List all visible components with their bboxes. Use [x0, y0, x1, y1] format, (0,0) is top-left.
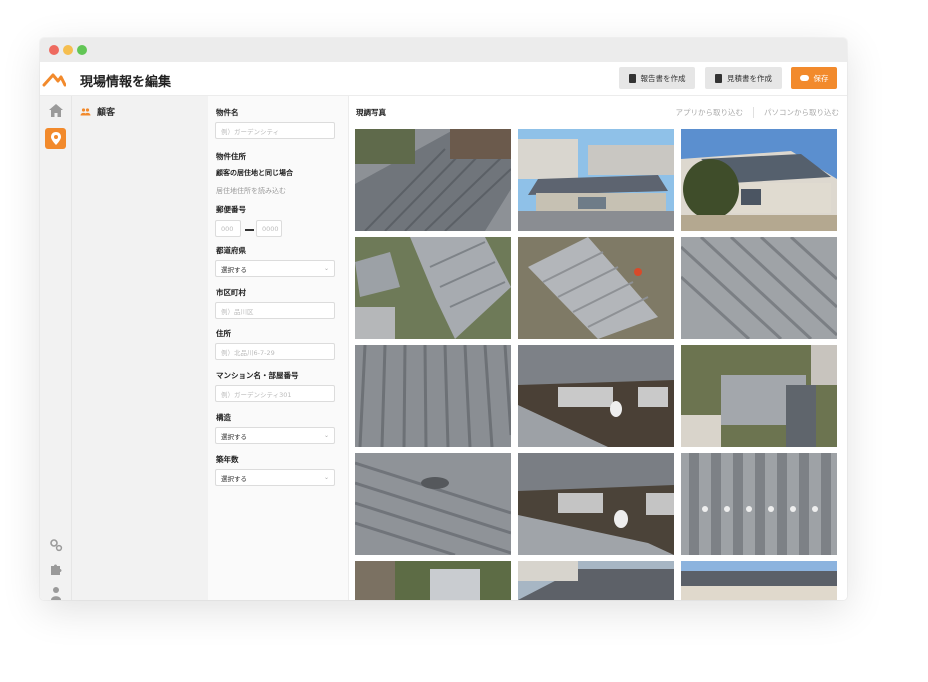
site-photo[interactable] — [518, 561, 674, 600]
chevron-down-icon: ⌄ — [323, 474, 329, 481]
app-window: 現場情報を編集 報告書を作成 見積書を作成 保存 顧客 物件名 例）ガーデンシテ… — [40, 38, 847, 600]
app-logo[interactable] — [42, 68, 66, 90]
property-name-label: 物件名 — [216, 108, 239, 117]
building-label: マンション名・部屋番号 — [216, 371, 299, 380]
site-photo[interactable] — [681, 345, 837, 447]
site-photo[interactable] — [518, 453, 674, 555]
document-icon — [715, 73, 722, 83]
document-icon — [628, 73, 636, 83]
address-field[interactable]: 例）北品川6-7-29 — [215, 343, 335, 360]
building-field[interactable]: 例）ガーデンシティ301 — [215, 385, 335, 402]
app-header: 現場情報を編集 報告書を作成 見積書を作成 保存 — [40, 62, 847, 96]
save-label: 保存 — [813, 73, 829, 83]
prefecture-label: 都道府県 — [216, 246, 246, 255]
postal-first-placeholder: 000 — [221, 224, 234, 233]
site-photo[interactable] — [355, 345, 511, 447]
import-from-app-link[interactable]: アプリから取り込む — [676, 107, 744, 118]
sidebar-item-customer[interactable]: 顧客 — [80, 105, 115, 118]
address-label: 住所 — [216, 329, 231, 338]
city-placeholder: 例）品川区 — [221, 307, 254, 316]
site-photo[interactable] — [518, 237, 674, 339]
property-form: 物件名 例）ガーデンシティ 物件住所 顧客の居住地と同じ場合 居住地住所を読み込… — [208, 96, 349, 600]
home-icon[interactable] — [45, 100, 66, 121]
close-window-button[interactable] — [49, 45, 59, 55]
same-as-customer-label: 顧客の居住地と同じ場合 — [216, 169, 293, 177]
sidebar-item-label: 顧客 — [97, 108, 116, 118]
people-icon — [80, 107, 91, 115]
property-address-label: 物件住所 — [216, 152, 246, 161]
chevron-down-icon: ⌄ — [323, 432, 329, 439]
save-button[interactable]: 保存 — [791, 67, 837, 89]
city-label: 市区町村 — [216, 288, 246, 297]
zoom-window-button[interactable] — [77, 45, 87, 55]
import-from-pc-link[interactable]: パソコンから取り込む — [764, 107, 839, 118]
divider — [753, 107, 754, 118]
structure-select-value: 選択する — [221, 432, 247, 441]
postal-code-second-field[interactable]: 0000 — [256, 220, 282, 237]
create-estimate-label: 見積書を作成 — [727, 73, 772, 83]
cloud-upload-icon — [799, 75, 809, 81]
building-placeholder: 例）ガーデンシティ301 — [221, 390, 292, 399]
sidebar: 顧客 — [71, 96, 208, 600]
site-photo[interactable] — [355, 453, 511, 555]
minimize-window-button[interactable] — [63, 45, 73, 55]
structure-label: 構造 — [216, 413, 231, 422]
site-photo[interactable] — [355, 129, 511, 231]
site-photo[interactable] — [518, 129, 674, 231]
gallery-title: 現調写真 — [356, 108, 386, 117]
property-name-field[interactable]: 例）ガーデンシティ — [215, 122, 335, 139]
create-estimate-button[interactable]: 見積書を作成 — [705, 67, 782, 89]
prefecture-select[interactable]: 選択する ⌄ — [215, 260, 335, 277]
site-photo-gallery: 現調写真 アプリから取り込む パソコンから取り込む — [349, 96, 847, 600]
site-photo[interactable] — [518, 345, 674, 447]
site-photo[interactable] — [681, 561, 837, 600]
left-rail — [40, 96, 71, 600]
city-field[interactable]: 例）品川区 — [215, 302, 335, 319]
postal-second-placeholder: 0000 — [262, 224, 279, 233]
chevron-down-icon: ⌄ — [323, 265, 329, 272]
window-titlebar — [40, 38, 847, 62]
location-pin-icon[interactable] — [45, 128, 66, 149]
site-photo[interactable] — [355, 237, 511, 339]
settings-gears-icon[interactable] — [45, 534, 66, 555]
page-title: 現場情報を編集 — [80, 75, 172, 90]
load-address-link[interactable]: 居住地住所を読み込む — [216, 186, 286, 196]
property-name-placeholder: 例）ガーデンシティ — [221, 127, 280, 136]
building-age-select-value: 選択する — [221, 474, 247, 483]
site-photo[interactable] — [681, 129, 837, 231]
postal-code-label: 郵便番号 — [216, 205, 246, 214]
user-icon[interactable] — [45, 582, 66, 600]
site-photo[interactable] — [355, 561, 511, 600]
building-age-select[interactable]: 選択する ⌄ — [215, 469, 335, 486]
create-report-label: 報告書を作成 — [640, 73, 686, 83]
postal-code-first-field[interactable]: 000 — [215, 220, 241, 237]
postal-dash — [245, 229, 254, 231]
gallery-import-links: アプリから取り込む パソコンから取り込む — [676, 107, 839, 118]
building-age-label: 築年数 — [216, 455, 239, 464]
create-report-button[interactable]: 報告書を作成 — [619, 67, 695, 89]
address-placeholder: 例）北品川6-7-29 — [221, 348, 275, 357]
prefecture-select-value: 選択する — [221, 265, 247, 274]
site-photo[interactable] — [681, 453, 837, 555]
site-photo[interactable] — [681, 237, 837, 339]
structure-select[interactable]: 選択する ⌄ — [215, 427, 335, 444]
puzzle-icon[interactable] — [45, 558, 66, 579]
